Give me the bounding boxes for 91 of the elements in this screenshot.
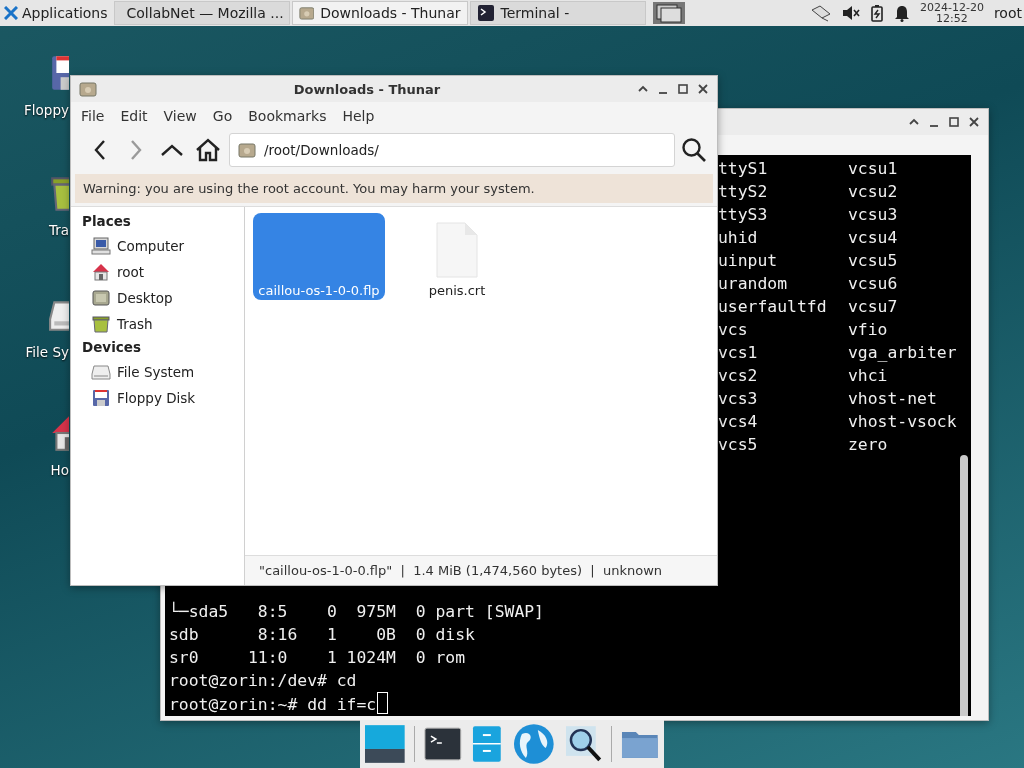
close-icon[interactable] [968, 116, 980, 128]
terminal-text: sr0 11:0 1 1024M 0 rom [169, 648, 466, 667]
terminal-text: vcsu1 [848, 158, 899, 180]
terminal-text: └─sda5 8:5 0 975M 0 part [SWAP] [169, 602, 544, 621]
menu-item[interactable]: Bookmarks [242, 106, 333, 126]
network-icon[interactable] [810, 4, 832, 22]
desktop-icon-label[interactable]: File Sy [25, 344, 69, 360]
battery-icon[interactable] [870, 4, 884, 22]
sidebar-item[interactable]: Computer [117, 238, 185, 254]
house-icon [91, 262, 111, 282]
search-icon[interactable] [681, 137, 707, 163]
sidebar-item[interactable]: root [117, 264, 145, 280]
text-cursor [377, 692, 389, 714]
sidebar-item[interactable]: Desktop [117, 290, 173, 306]
location-field[interactable]: /root/Downloads/ [229, 133, 675, 167]
desktop-icon-label[interactable]: Ho [50, 462, 69, 478]
terminal-text: vcs2 [718, 365, 759, 387]
warning-bar: Warning: you are using the root account. You may harm your system. [75, 174, 713, 203]
terminal-text: root@zorin:/dev# cd [169, 671, 357, 690]
search-icon[interactable] [563, 724, 604, 764]
drive-icon [91, 362, 111, 382]
menu-item[interactable]: Edit [114, 106, 154, 126]
sidebar-heading: Places [81, 212, 132, 231]
user-name[interactable]: root [993, 5, 1022, 21]
show-desktop-icon[interactable] [364, 723, 406, 765]
terminal-text: sdb 8:16 1 0B 0 disk [169, 625, 475, 644]
desktop-icon-label[interactable]: Floppy [24, 102, 69, 118]
sidebar-item[interactable]: Floppy Disk [117, 390, 196, 406]
window-title: Downloads - Thunar [292, 81, 442, 97]
home-icon[interactable] [195, 138, 221, 162]
menu-item[interactable]: View [157, 106, 203, 126]
taskbar-button[interactable]: Downloads - Thunar [291, 1, 468, 25]
sidebar-item[interactable]: Trash [117, 316, 153, 332]
terminal-text: vfio [848, 319, 889, 341]
floppy-image-tile[interactable]: caillou-os-1-0-0.flp [253, 213, 385, 300]
folder-icon [238, 141, 256, 159]
terminal-text: vcs5 [718, 434, 759, 456]
terminal-text: ttyS1 [718, 158, 769, 180]
terminal-text: vhost-vsock [848, 411, 958, 433]
taskbar-button[interactable]: CollabNet — Mozilla ... [113, 1, 290, 25]
terminal-icon [476, 4, 495, 22]
globe-icon[interactable] [512, 722, 556, 766]
sidebar-heading: Devices [81, 338, 142, 357]
trash-icon [91, 314, 111, 334]
terminal-text: vcs4 [718, 411, 759, 433]
folder-icon [298, 4, 315, 22]
maximize-icon[interactable] [948, 116, 960, 128]
terminal-text: urandom [718, 273, 789, 295]
terminal-text: vcs [718, 319, 749, 341]
muted-volume-icon[interactable] [842, 5, 860, 21]
up-icon[interactable] [160, 143, 184, 157]
clock[interactable]: 2024-12-20 12:52 [920, 2, 984, 24]
terminal-text: uhid [718, 227, 759, 249]
logo-icon [4, 6, 18, 20]
terminal-text: vcsu6 [848, 273, 899, 295]
computer-icon [91, 236, 111, 256]
terminal-text: vcs3 [718, 388, 759, 410]
terminal-text: vcsu3 [848, 204, 899, 226]
status-bar: "caillou-os-1-0-0.flp" | 1.4 MiB (1,474,560 bytes) | unknown [245, 555, 717, 585]
terminal-text: uinput [718, 250, 779, 272]
terminal-text: ttyS3 [718, 204, 769, 226]
show-desktop-icon[interactable] [651, 1, 686, 25]
menu-item[interactable]: Go [206, 106, 239, 126]
terminal-prompt: root@zorin:~# dd if=c [169, 695, 377, 714]
menu-item[interactable]: File [75, 106, 111, 126]
desktop-icon [91, 288, 111, 308]
document-icon [433, 221, 481, 279]
terminal-text: userfaultfd [718, 296, 828, 318]
terminal-text: vhci [848, 365, 889, 387]
terminal-text: vcs1 [718, 342, 759, 364]
scrollbar[interactable] [960, 455, 968, 716]
bell-icon[interactable] [894, 4, 910, 22]
terminal-text: vcsu5 [848, 250, 899, 272]
terminal-icon[interactable] [422, 724, 463, 764]
terminal-text: vcsu4 [848, 227, 899, 249]
applications-menu[interactable]: Applications [0, 0, 112, 26]
back-icon[interactable] [92, 139, 108, 161]
close-icon[interactable] [697, 83, 709, 95]
terminal-text: vcsu2 [848, 181, 899, 203]
terminal-text: ttyS2 [718, 181, 769, 203]
desktop-icon-label[interactable]: Tra [48, 222, 69, 238]
taskbar-button[interactable]: Terminal - [469, 1, 646, 25]
document-tile[interactable]: penis.crt [391, 213, 523, 300]
sidebar-item[interactable]: File System [117, 364, 195, 380]
terminal-text: zero [848, 434, 889, 456]
folder-icon [79, 80, 97, 98]
menu-item[interactable]: Help [336, 106, 381, 126]
terminal-text: vhost-net [848, 388, 938, 410]
maximize-icon[interactable] [677, 83, 689, 95]
terminal-text: vcsu7 [848, 296, 899, 318]
terminal-text: vga_arbiter [848, 342, 958, 364]
